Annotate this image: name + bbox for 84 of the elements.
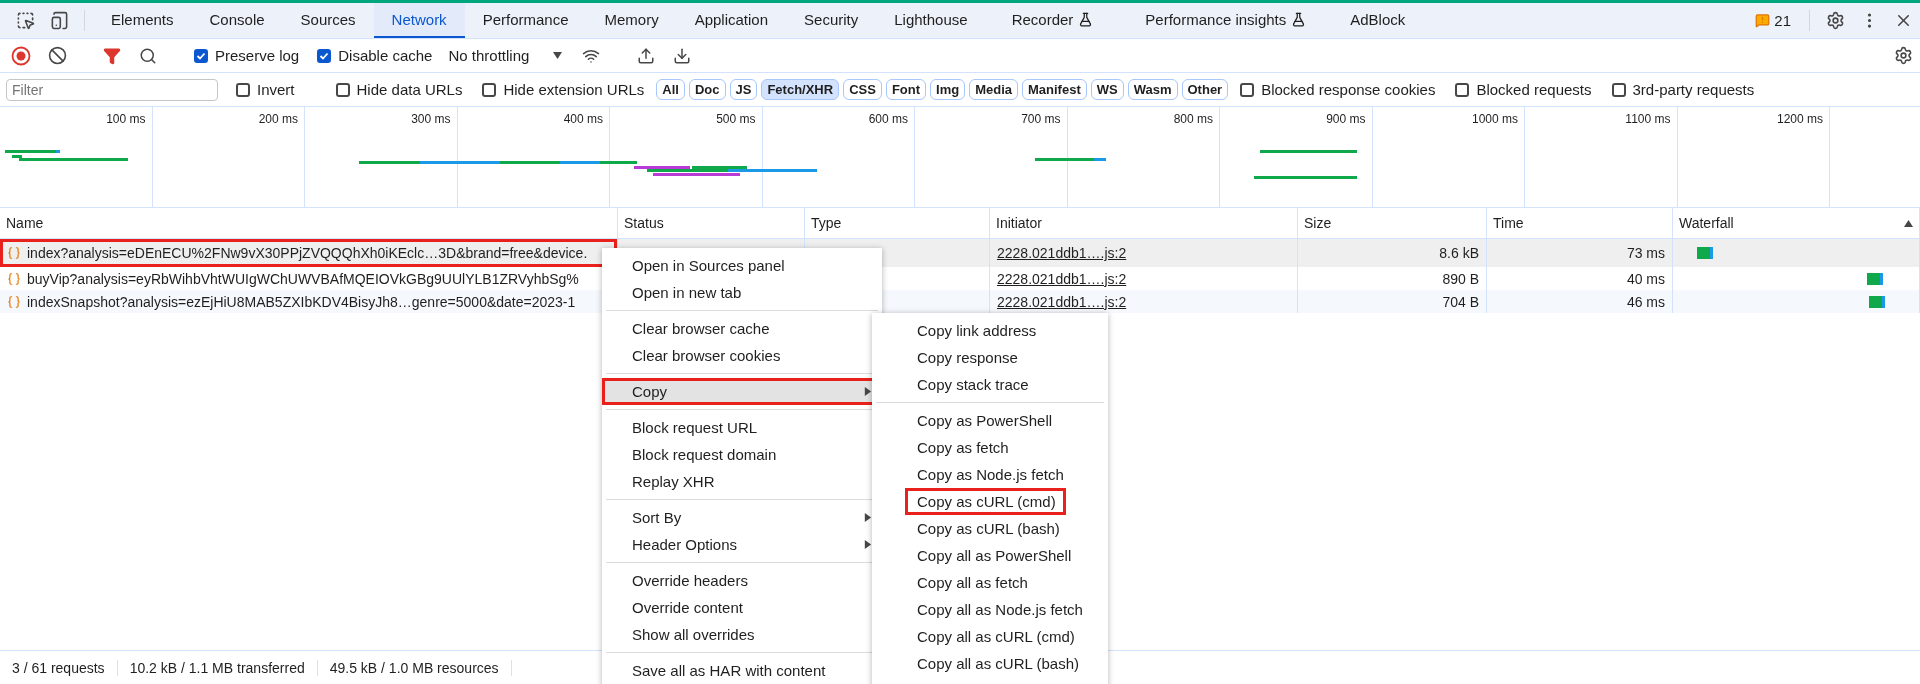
status-summary: 10.2 kB / 1.1 MB transferred [117, 659, 318, 676]
option-checkbox[interactable]: Disable cache [309, 47, 441, 64]
initiator-link[interactable]: 2228.021ddb1….js:2 [997, 245, 1127, 261]
time-tick-label: 800 ms [1173, 112, 1213, 126]
panel-tab[interactable]: Recorder [985, 3, 1120, 38]
throttling-dropdown[interactable]: No throttling [442, 47, 573, 64]
option-checkbox[interactable]: 3rd-party requests [1603, 81, 1763, 98]
initiator-link[interactable]: 2228.021ddb1….js:2 [997, 293, 1127, 310]
xhr-icon [7, 271, 21, 286]
column-header[interactable]: Time [1487, 208, 1673, 238]
type-filter-chip[interactable]: Font [885, 79, 927, 100]
check-icon [196, 50, 206, 61]
panel-tab[interactable]: Performance insights [1119, 3, 1333, 38]
menu-item[interactable]: Copy link address [872, 317, 1108, 344]
type-filter-chip[interactable]: Other [1181, 79, 1229, 100]
xhr-icon [7, 294, 21, 309]
waterfall-bar [1867, 271, 1883, 286]
check-icon [319, 50, 330, 61]
menu-item[interactable]: Copy all as fetch [872, 569, 1108, 596]
time-tick-label: 700 ms [1021, 112, 1061, 126]
time-tick-label: 900 ms [1326, 112, 1366, 126]
time-tick-label: 500 ms [716, 112, 756, 126]
panel-tab[interactable]: Network [373, 3, 465, 38]
time-tick-label: 1100 ms [1625, 112, 1671, 126]
menu-item[interactable]: Copy response [872, 344, 1108, 371]
filter-field[interactable]: Filter [6, 78, 218, 101]
type-filter-chip[interactable]: Fetch/XHR [761, 79, 840, 100]
time-tick-label: 400 ms [563, 112, 603, 126]
initiator-link[interactable]: 2228.021ddb1….js:2 [997, 270, 1127, 287]
sort-arrow-icon [1904, 218, 1913, 228]
xhr-icon [7, 246, 21, 260]
menu-item[interactable]: Copy as cURL (cmd) [905, 488, 1066, 515]
panel-tab[interactable]: Elements [93, 3, 192, 38]
menu-item[interactable]: Copy as Node.js fetch [872, 461, 1108, 488]
column-header[interactable]: Size [1298, 208, 1487, 238]
request-name-cell[interactable]: index?analysis=eDEnECU%2FNw9vX30PPjZVQQQhXh0iKEclc…3D&brand=free&device. [0, 239, 618, 267]
column-header[interactable]: Name [0, 208, 618, 238]
table-cell: 46 ms [1487, 290, 1673, 313]
option-checkbox[interactable]: Blocked response cookies [1232, 81, 1444, 98]
panel-tab[interactable]: AdBlock [1332, 3, 1424, 38]
column-header[interactable]: Initiator [990, 208, 1298, 238]
option-checkbox[interactable]: Hide extension URLs [474, 81, 653, 98]
panel-tab[interactable]: Performance [464, 3, 587, 38]
menu-item[interactable]: Copy as fetch [872, 434, 1108, 461]
type-filter-chip[interactable]: JS [729, 79, 758, 100]
time-tick-label: 600 ms [868, 112, 908, 126]
caret-icon [553, 51, 563, 60]
time-tick-label: 100 ms [106, 112, 146, 126]
time-tick-label: 1200 ms [1776, 112, 1823, 126]
status-summary: 3 / 61 requests [0, 659, 118, 676]
option-checkbox[interactable]: Hide data URLs [327, 81, 471, 98]
type-filter-chip[interactable]: WS [1090, 79, 1124, 100]
status-summary: 49.5 kB / 1.0 MB resources [317, 659, 512, 676]
type-filter-chip[interactable]: All [656, 79, 685, 100]
invert-checkbox[interactable]: Invert [228, 81, 303, 98]
panel-tab[interactable]: Security [786, 3, 877, 38]
option-checkbox[interactable]: Blocked requests [1447, 81, 1600, 98]
panel-tab[interactable]: Application [676, 3, 787, 38]
waterfall-bar [1869, 294, 1885, 309]
column-header[interactable]: Waterfall [1673, 208, 1920, 238]
type-filter-chip[interactable]: Wasm [1127, 79, 1178, 100]
type-filter-chip[interactable]: Manifest [1022, 79, 1087, 100]
waterfall-bar [1697, 246, 1713, 260]
issues-counter[interactable]: 21 [1745, 3, 1801, 38]
type-filter-chip[interactable]: CSS [843, 79, 882, 100]
time-tick-label: 200 ms [258, 112, 298, 126]
table-cell: 704 B [1298, 290, 1487, 313]
type-filter-chip[interactable]: Img [930, 79, 966, 100]
issue-icon [1755, 13, 1771, 28]
type-filter-chip[interactable]: Doc [688, 79, 726, 100]
time-tick-label: 300 ms [411, 112, 451, 126]
menu-item[interactable]: Copy all as cURL (bash) [872, 650, 1108, 677]
option-checkbox[interactable]: Preserve log [186, 47, 308, 64]
type-filter-chip[interactable]: Media [969, 79, 1018, 100]
panel-tab[interactable]: Sources [282, 3, 374, 38]
column-header[interactable]: Status [618, 208, 805, 238]
panel-tab[interactable]: Console [191, 3, 283, 38]
panel-tab[interactable]: Memory [586, 3, 677, 38]
column-header[interactable]: Type [805, 208, 990, 238]
menu-item[interactable]: Copy all as cURL (cmd) [872, 623, 1108, 650]
panel-tab[interactable]: Lighthouse [876, 3, 986, 38]
menu-item[interactable]: Copy as PowerShell [872, 407, 1108, 434]
menu-item[interactable]: Copy all as Node.js fetch [872, 596, 1108, 623]
time-tick-label: 1000 ms [1471, 112, 1518, 126]
